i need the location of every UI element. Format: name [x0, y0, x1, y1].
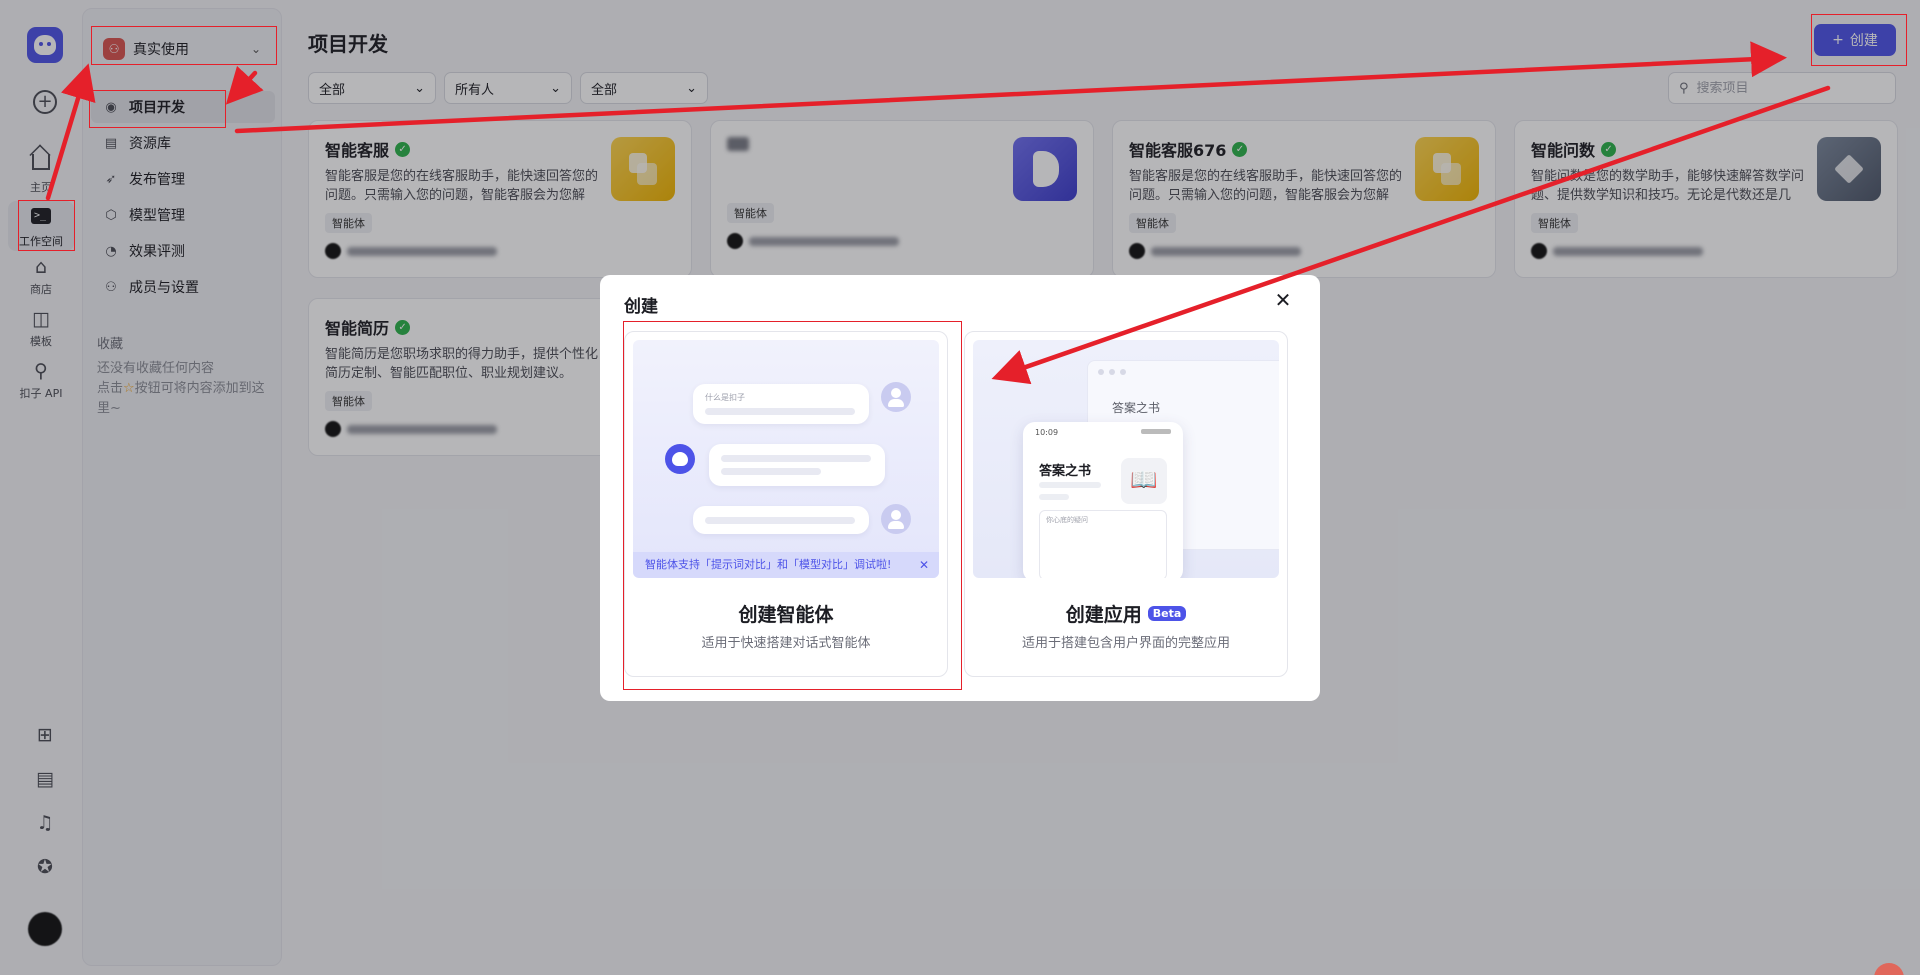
- create-app-option[interactable]: 答案之书 10:09 答案之书 📖 你心底的疑问 创建应用 Beta 适用于搭建包…: [964, 331, 1288, 677]
- phone-title: 答案之书: [1039, 464, 1092, 479]
- annotation-box: [89, 90, 226, 128]
- annotation-box: [623, 321, 962, 690]
- modal-title: 创建: [624, 297, 658, 317]
- phone-input: 你心底的疑问: [1039, 510, 1167, 578]
- app-preview-image: 答案之书 10:09 答案之书 📖 你心底的疑问: [973, 340, 1279, 578]
- beta-badge: Beta: [1147, 606, 1187, 621]
- option-subtitle: 适用于搭建包含用户界面的完整应用: [1021, 636, 1230, 651]
- window-title: 答案之书: [1112, 401, 1161, 415]
- book-icon: 📖: [1121, 458, 1167, 504]
- option-title-text: 创建应用: [1065, 604, 1142, 626]
- close-icon[interactable]: ✕: [1272, 289, 1294, 311]
- annotation-box: [91, 26, 277, 65]
- phone-input-text: 你心底的疑问: [1046, 516, 1088, 524]
- annotation-box: [1811, 14, 1907, 66]
- option-title: 创建应用 Beta: [965, 600, 1287, 627]
- phone-mock: 10:09 答案之书 📖 你心底的疑问: [1023, 422, 1183, 578]
- annotation-box: [18, 200, 75, 251]
- phone-time: 10:09: [1035, 428, 1059, 437]
